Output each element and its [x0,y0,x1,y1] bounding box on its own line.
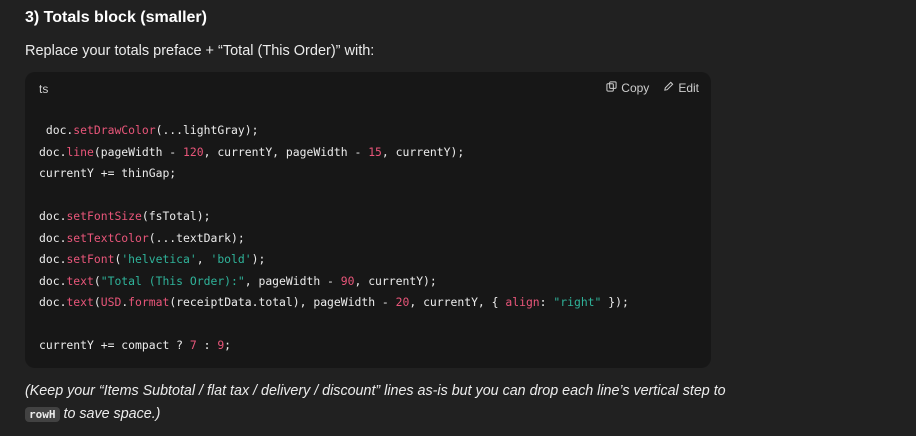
code-line: doc.text(USD.format(receiptData.total), … [39,295,629,309]
code-line: ​ [39,185,629,207]
copy-icon [606,81,617,95]
note-text-after: to save space.) [59,406,161,422]
intro-text: Replace your totals preface + “Total (Th… [25,43,375,59]
code-line: doc.setFont('helvetica', 'bold'); [39,252,266,266]
edit-button[interactable]: Edit [663,81,699,95]
pencil-icon [663,81,674,95]
code-line: doc.setDrawColor(...lightGray); [39,123,259,137]
code-line: currentY += thinGap; [39,166,177,180]
inline-code-rowH: rowH [25,407,60,422]
code-block-header: ts Copy Edit [25,72,711,104]
copy-label: Copy [621,81,650,95]
code-line: doc.setTextColor(...textDark); [39,230,245,245]
code-actions: Copy Edit [606,81,699,95]
code-line: doc.setFontSize(fsTotal); [39,209,211,223]
code-line: doc.text("Total (This Order):", pageWidt… [39,273,437,288]
code-line: currentY += compact ? 7 : 9; [39,338,232,352]
code-line: doc.line(pageWidth - 120, currentY, page… [39,144,465,159]
note-text-before: (Keep your “Items Subtotal / flat tax / … [25,383,726,399]
section-heading: 3) Totals block (smaller) [25,9,207,26]
edit-label: Edit [678,81,699,95]
code-language-label: ts [39,82,49,96]
copy-button[interactable]: Copy [606,81,649,95]
code-line: ​ [39,314,629,336]
code-block: ts Copy Edit doc.setDrawColor(...lightGr… [25,72,711,368]
note-text: (Keep your “Items Subtotal / flat tax / … [25,380,885,426]
code-content: doc.setDrawColor(...lightGray); doc.line(… [39,120,629,357]
